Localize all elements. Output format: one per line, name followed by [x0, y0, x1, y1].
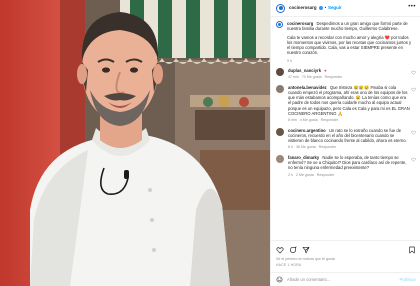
comment-username[interactable]: antonela.benavidez — [288, 85, 327, 90]
post-actions: Sé el primero en indicar que te gusta HA… — [271, 240, 420, 272]
caption-text-2: Cala te vamos a recordar con mucho amor … — [287, 34, 412, 56]
header-separator: • — [324, 5, 327, 11]
comment-body: fanaro_dimarky Nadie se lo esperaba, de … — [288, 155, 410, 177]
comment-username[interactable]: fanaro_dimarky — [288, 155, 319, 160]
post-header: cocinerosarg • Seguir ••• — [271, 0, 420, 17]
comment-time: 2 h — [288, 172, 293, 177]
comment-body: duplas_nanciyrk ♥ 47 min 70 Me gusta Respo… — [288, 68, 410, 80]
comment-meta: 8 min 4 Me gusta Responder — [288, 118, 410, 122]
comment-username[interactable]: duplas_nanciyrk — [288, 68, 321, 73]
comment-like-icon[interactable] — [411, 130, 416, 135]
comment-likes[interactable]: 4 Me gusta — [300, 118, 318, 122]
publish-button[interactable]: Publicar — [399, 277, 416, 282]
comment-item: duplas_nanciyrk ♥ 47 min 70 Me gusta Respo… — [276, 67, 416, 80]
instagram-post: cocinerosarg • Seguir ••• cocinerosarg D… — [0, 0, 420, 286]
share-icon[interactable] — [302, 246, 310, 254]
verified-badge-icon — [318, 6, 323, 10]
comments-feed[interactable]: cocinerosarg Despedimos a un gran amigo … — [271, 18, 420, 240]
likes-summary[interactable]: Sé el primero en indicar que te gusta — [276, 257, 416, 261]
comment-reply-button[interactable]: Responder — [325, 75, 343, 79]
comment-reply-button[interactable]: Responder — [321, 118, 339, 122]
comment-input[interactable]: Añade un comentario... — [287, 277, 399, 282]
comment-time: 47 min — [288, 75, 299, 80]
comment-body: antonela.benavidez Que tristeza 😢😢😢 #mab… — [288, 85, 410, 123]
comment-likes[interactable]: 36 Me gusta — [296, 145, 316, 149]
comment-reply-button[interactable]: Responder — [319, 145, 337, 149]
comment-like-icon[interactable] — [411, 157, 416, 162]
comment-time: 8 h — [288, 145, 293, 150]
post-caption: cocinerosarg Despedimos a un gran amigo … — [276, 21, 416, 63]
comment-meta: 47 min 70 Me gusta Responder — [288, 75, 410, 79]
caption-text-1: cocinerosarg Despedimos a un gran amigo … — [287, 21, 415, 32]
comment-like-icon[interactable] — [411, 87, 416, 92]
comment-meta: 8 h 36 Me gusta Responder — [288, 145, 410, 149]
add-comment-bar: Añade un comentario... Publicar — [271, 272, 420, 286]
comment-reply-button[interactable]: Responder — [317, 173, 335, 177]
commenter-avatar[interactable] — [276, 154, 284, 163]
commenter-avatar[interactable] — [276, 67, 284, 76]
smiley-icon[interactable] — [276, 276, 283, 283]
account-avatar-logo — [278, 6, 283, 10]
commenter-avatar[interactable] — [276, 127, 284, 136]
heart-emoji-icon: ♥ — [324, 67, 327, 73]
post-date: HACE 1 HORA — [276, 263, 302, 268]
comment-text-line: duplas_nanciyrk ♥ — [288, 68, 410, 73]
heart-icon[interactable] — [276, 246, 284, 254]
post-photo[interactable] — [0, 0, 270, 286]
follow-button[interactable]: Seguir — [328, 5, 342, 11]
caption-time: 9 h — [287, 58, 292, 63]
comment-item: cocinero.argentino Un rato se lo extraño… — [276, 127, 416, 150]
caption-body: cocinerosarg Despedimos a un gran amigo … — [287, 21, 415, 63]
comment-item: fanaro_dimarky Nadie se lo esperaba, de … — [276, 154, 416, 177]
bookmark-icon[interactable] — [408, 246, 416, 254]
post-side-panel: cocinerosarg • Seguir ••• cocinerosarg D… — [270, 0, 420, 286]
comment-icon[interactable] — [289, 245, 297, 254]
action-icons — [276, 245, 416, 254]
caption-username[interactable]: cocinerosarg — [287, 21, 313, 26]
comment-text-line: cocinero.argentino Un rato se lo extraño… — [288, 128, 410, 144]
chef-photo — [0, 0, 270, 286]
comment-body: cocinero.argentino Un rato se lo extraño… — [288, 128, 410, 150]
caption-avatar-logo — [278, 23, 281, 26]
account-avatar[interactable] — [276, 3, 285, 13]
comment-likes[interactable]: 2 Me gusta — [296, 173, 314, 177]
comment-text-line: fanaro_dimarky Nadie se lo esperaba, de … — [288, 155, 410, 171]
caption-avatar[interactable] — [276, 21, 283, 28]
comment-username[interactable]: cocinero.argentino — [288, 128, 326, 133]
comment-time: 8 min — [288, 118, 297, 123]
comment-like-icon[interactable] — [411, 70, 416, 75]
comment-likes[interactable]: 70 Me gusta — [302, 75, 322, 79]
comment-item: antonela.benavidez Que tristeza 😢😢😢 #mab… — [276, 84, 416, 123]
commenter-avatar[interactable] — [276, 84, 284, 93]
comment-meta: 2 h2 Me gusta Responder — [288, 173, 410, 177]
comment-text-line: antonela.benavidez Que tristeza 😢😢😢 #mab… — [288, 85, 410, 117]
header-username[interactable]: cocinerosarg — [289, 5, 317, 11]
comment-text: Que tristeza 😢😢😢 #maba si cola cuando em… — [288, 84, 410, 116]
more-options-icon[interactable]: ••• — [408, 4, 416, 12]
